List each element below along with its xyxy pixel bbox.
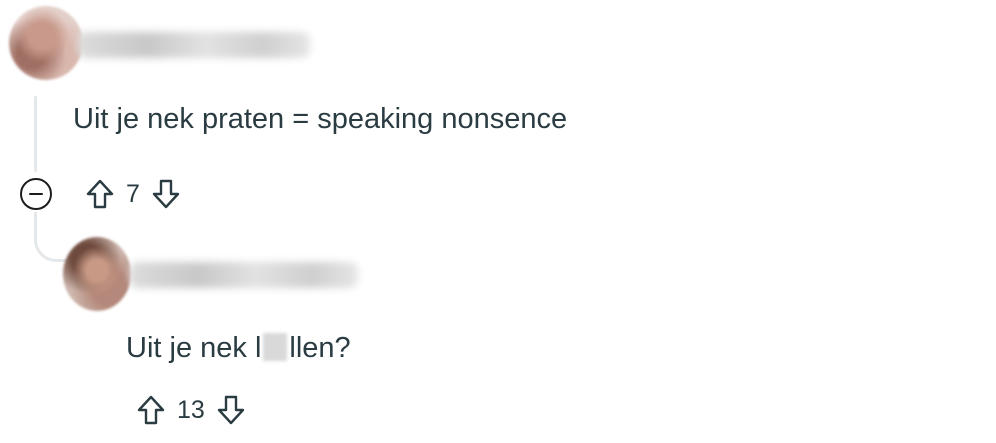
score-count: 13 xyxy=(177,396,205,424)
arrow-up-outline-icon xyxy=(137,395,165,425)
username-redacted[interactable] xyxy=(130,262,358,288)
vote-controls: 7 xyxy=(82,174,184,214)
downvote-button[interactable] xyxy=(148,174,184,214)
arrow-down-outline-icon xyxy=(152,179,180,209)
arrow-up-outline-icon xyxy=(86,179,114,209)
comment-body: Uit je nek praten = speaking nonsence xyxy=(73,103,568,135)
comment-thread: Uit je nek praten = speaking nonsence 7 … xyxy=(0,0,996,443)
vote-controls: 13 xyxy=(133,390,249,430)
downvote-button[interactable] xyxy=(213,390,249,430)
avatar[interactable] xyxy=(9,6,83,80)
minus-circle-icon xyxy=(29,192,43,196)
comment-body-prefix: Uit je nek l xyxy=(126,332,262,364)
thread-connector-line[interactable] xyxy=(34,96,37,172)
upvote-button[interactable] xyxy=(133,390,169,430)
collapse-thread-button[interactable] xyxy=(20,178,52,210)
avatar[interactable] xyxy=(63,237,131,311)
score-count: 7 xyxy=(126,180,140,208)
comment-body: Uit je nek l llen? xyxy=(126,331,351,365)
comment-body-suffix: llen? xyxy=(289,332,351,364)
upvote-button[interactable] xyxy=(82,174,118,214)
redacted-text-block xyxy=(263,333,288,361)
reply-connector-curve xyxy=(34,212,70,262)
arrow-down-outline-icon xyxy=(217,395,245,425)
username-redacted[interactable] xyxy=(78,32,310,58)
